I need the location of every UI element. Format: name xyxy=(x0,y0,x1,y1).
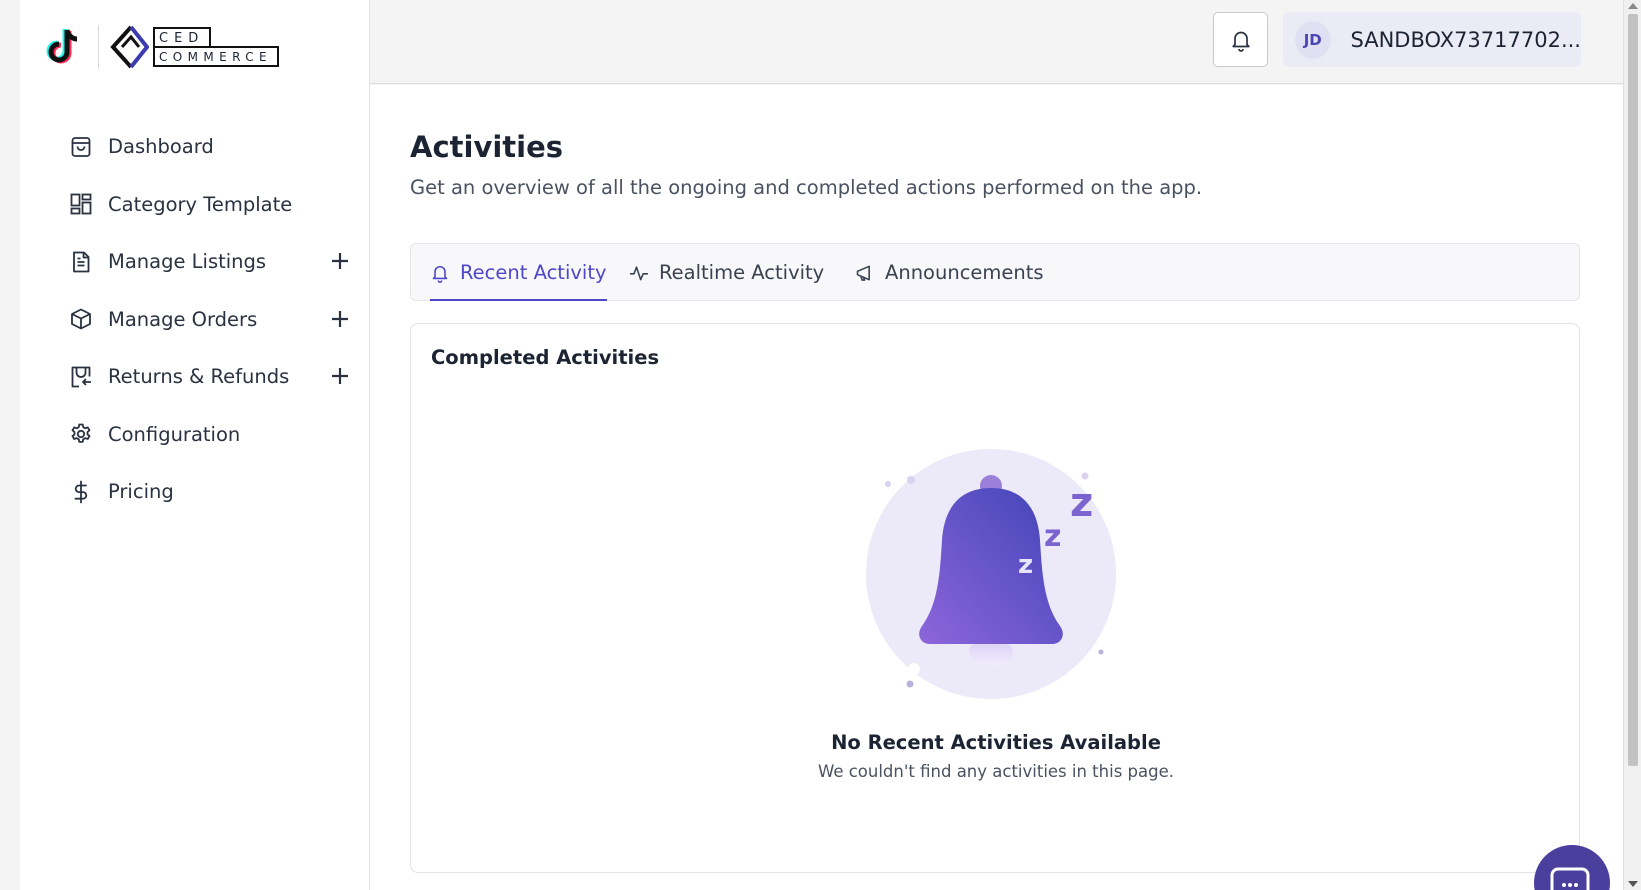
wordmark-top: CED xyxy=(153,27,211,48)
top-bar: JD SANDBOX73717702... xyxy=(370,0,1623,84)
megaphone-icon xyxy=(855,263,875,283)
sidebar-item-label: Configuration xyxy=(108,422,241,446)
completed-activities-card: Completed Activities z z z No Recent Act… xyxy=(410,323,1580,873)
package-box-icon xyxy=(68,306,94,332)
sidebar-item-label: Dashboard xyxy=(108,135,214,159)
left-gutter xyxy=(0,0,20,890)
sidebar-item-label: Category Template xyxy=(108,192,293,216)
scroll-thumb[interactable] xyxy=(1628,14,1638,766)
document-icon xyxy=(68,249,94,275)
sidebar-item-manage-listings[interactable]: Manage Listings xyxy=(68,233,358,291)
tab-announcements[interactable]: Announcements xyxy=(855,244,1044,301)
gear-icon xyxy=(68,421,94,447)
empty-state-description: We couldn't find any activities in this … xyxy=(817,762,1174,781)
tab-label: Recent Activity xyxy=(460,261,607,284)
sidebar-item-label: Pricing xyxy=(108,480,174,504)
sidebar: CED COMMERCE Dashboard Category Template xyxy=(20,0,370,890)
sidebar-item-label: Manage Orders xyxy=(108,307,258,331)
sidebar-item-dashboard[interactable]: Dashboard xyxy=(68,118,358,176)
tiktok-logo-icon xyxy=(46,29,78,64)
shopping-bag-icon xyxy=(68,134,94,160)
account-menu[interactable]: JD SANDBOX73717702... xyxy=(1283,12,1581,67)
sidebar-item-label: Returns & Refunds xyxy=(108,365,290,389)
sidebar-item-returns-refunds[interactable]: Returns & Refunds xyxy=(68,348,358,406)
sidebar-item-manage-orders[interactable]: Manage Orders xyxy=(68,291,358,349)
app-root: CED COMMERCE Dashboard Category Template xyxy=(0,0,1641,890)
avatar: JD xyxy=(1295,20,1331,59)
cedcommerce-wordmark: CED COMMERCE xyxy=(153,27,279,67)
page-scrollbar[interactable] xyxy=(1623,0,1641,890)
card-title: Completed Activities xyxy=(431,346,660,369)
scroll-down-arrow-icon[interactable] xyxy=(1628,881,1638,887)
tab-recent-activity[interactable]: Recent Activity xyxy=(430,244,607,301)
bell-icon xyxy=(1231,31,1250,52)
sidebar-item-label: Manage Listings xyxy=(108,250,267,274)
sidebar-item-configuration[interactable]: Configuration xyxy=(68,406,358,464)
svg-text:z: z xyxy=(1070,480,1093,526)
sleeping-bell-illustration: z z z xyxy=(866,449,1116,699)
page-title: Activities xyxy=(410,130,564,164)
sidebar-item-category-template[interactable]: Category Template xyxy=(68,176,358,234)
main-content: Activities Get an overview of all the on… xyxy=(370,85,1623,890)
notifications-button[interactable] xyxy=(1213,12,1268,67)
activity-tabs: Recent Activity Realtime Activity Announ… xyxy=(410,243,1580,301)
scroll-up-arrow-icon[interactable] xyxy=(1628,3,1638,9)
activity-pulse-icon xyxy=(629,263,649,283)
account-name: SANDBOX73717702... xyxy=(1350,27,1582,52)
tab-label: Realtime Activity xyxy=(659,261,825,284)
sidebar-item-pricing[interactable]: Pricing xyxy=(68,463,358,521)
bell-icon xyxy=(430,263,450,283)
sidebar-nav: Dashboard Category Template Manage Listi… xyxy=(68,118,358,521)
svg-text:z: z xyxy=(1044,519,1061,554)
brand-logo[interactable]: CED COMMERCE xyxy=(40,22,279,72)
layout-grid-icon xyxy=(68,191,94,217)
tab-label: Announcements xyxy=(885,261,1044,284)
return-icon xyxy=(68,364,94,390)
cedcommerce-mark-icon xyxy=(110,25,149,69)
expand-plus-icon[interactable] xyxy=(328,307,352,331)
empty-state-title: No Recent Activities Available xyxy=(831,731,1161,754)
expand-plus-icon[interactable] xyxy=(328,249,352,273)
expand-plus-icon[interactable] xyxy=(328,364,352,388)
logo-divider xyxy=(98,25,99,69)
tab-realtime-activity[interactable]: Realtime Activity xyxy=(629,244,824,301)
dollar-icon xyxy=(68,479,94,505)
wordmark-bottom: COMMERCE xyxy=(153,46,279,67)
svg-text:z: z xyxy=(1018,550,1033,580)
page-subtitle: Get an overview of all the ongoing and c… xyxy=(410,176,1203,199)
